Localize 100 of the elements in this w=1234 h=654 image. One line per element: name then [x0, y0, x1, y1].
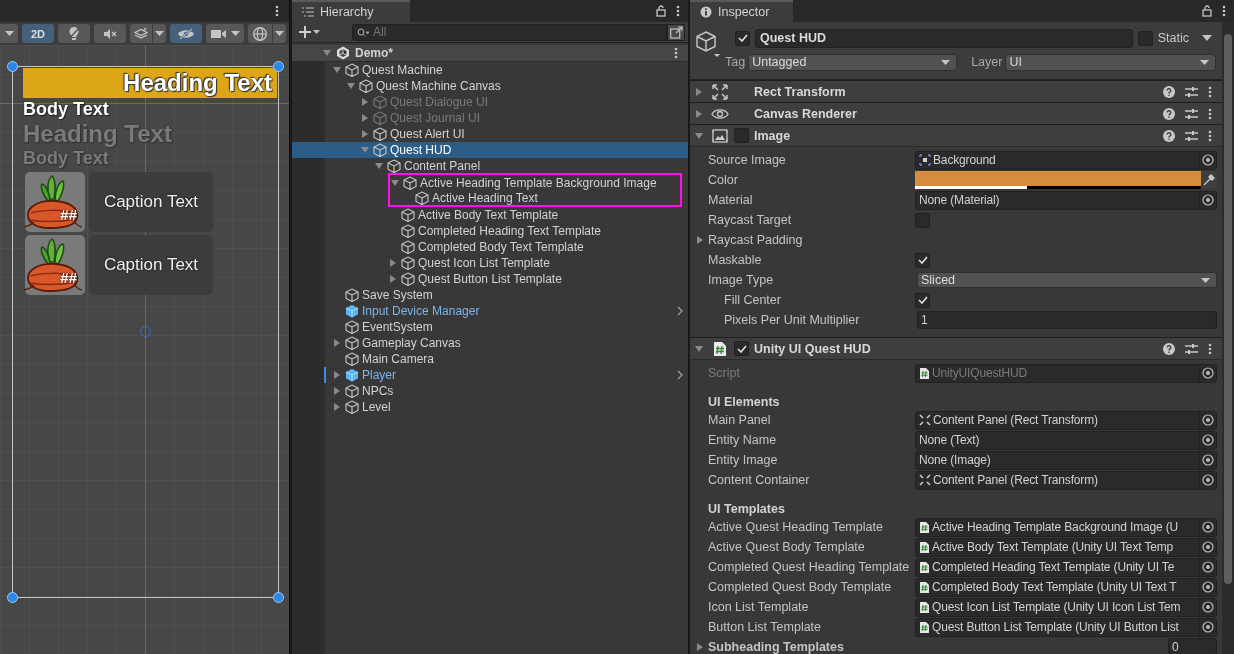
tree-item[interactable]: NPCs [292, 383, 688, 399]
tree-item[interactable]: Gameplay Canvas [292, 335, 688, 351]
dropdown-button[interactable] [273, 24, 286, 43]
help-icon[interactable] [1163, 107, 1175, 120]
object-field[interactable]: Content Panel (Rect Transform) [915, 410, 1217, 430]
object-field[interactable]: None (Image) [915, 450, 1217, 470]
tree-item[interactable]: Save System [292, 287, 688, 303]
more-icon[interactable] [275, 5, 279, 17]
layer-dropdown[interactable]: UI [1005, 53, 1216, 71]
object-picker-button[interactable] [1199, 151, 1216, 169]
foldout-arrow-icon[interactable] [347, 82, 355, 90]
scene-header[interactable]: Demo* [292, 45, 688, 62]
foldout-arrow-icon[interactable] [333, 403, 341, 411]
scene-search-button[interactable] [667, 23, 685, 41]
checkbox[interactable] [1137, 30, 1153, 46]
chevron-icon[interactable] [677, 306, 683, 316]
tree-item[interactable]: EventSystem [292, 319, 688, 335]
tree-item[interactable]: Quest Machine [292, 62, 688, 78]
foldout-arrow-icon[interactable] [695, 109, 703, 118]
resize-handle[interactable] [7, 592, 18, 603]
component-header[interactable]: Rect Transform [690, 80, 1222, 102]
object-field[interactable]: Background [915, 150, 1217, 170]
object-picker-button[interactable] [1199, 518, 1216, 536]
help-icon[interactable] [1163, 342, 1175, 355]
color-swatch[interactable] [915, 171, 1201, 186]
resize-handle[interactable] [273, 592, 284, 603]
foldout-arrow-icon[interactable] [696, 236, 704, 244]
tree-item[interactable]: Quest Icon List Template [292, 255, 688, 271]
inspector-tab[interactable]: Inspector [690, 0, 794, 22]
foldout-arrow-icon[interactable] [695, 131, 703, 140]
visibility-button[interactable] [170, 24, 202, 43]
dropdown-button[interactable] [153, 24, 166, 43]
more-icon[interactable] [674, 47, 678, 59]
component-header[interactable]: Canvas Renderer [690, 102, 1222, 124]
help-icon[interactable] [1163, 85, 1175, 98]
object-picker-button[interactable] [1199, 538, 1216, 556]
object-picker-button[interactable] [1199, 471, 1216, 489]
help-icon[interactable] [1163, 129, 1175, 142]
object-field[interactable]: Active Body Text Template (Unity UI Text Temp [915, 537, 1217, 557]
tree-item[interactable]: Active Body Text Template [292, 207, 688, 223]
object-picker-button[interactable] [1199, 618, 1216, 636]
more-icon[interactable] [1208, 85, 1212, 98]
checkbox[interactable] [734, 128, 749, 143]
foldout-arrow-icon[interactable] [696, 643, 704, 651]
object-picker-button[interactable] [1199, 558, 1216, 576]
tree-item[interactable]: Quest Machine Canvas [292, 78, 688, 94]
foldout-arrow-icon[interactable] [695, 344, 703, 353]
lock-icon[interactable] [656, 5, 666, 17]
object-picker-button[interactable] [1199, 598, 1216, 616]
sliders-icon[interactable] [1185, 129, 1198, 142]
object-field[interactable]: Completed Heading Text Template (Unity UI Te [915, 557, 1217, 577]
count-field[interactable]: 0 [1168, 638, 1217, 654]
tree-item[interactable]: Completed Body Text Template [292, 239, 688, 255]
sliders-icon[interactable] [1185, 85, 1198, 98]
name-field[interactable]: Quest HUD [755, 28, 1133, 48]
tag-dropdown[interactable]: Untagged [748, 53, 958, 71]
foldout-arrow-icon[interactable] [389, 259, 397, 267]
chevron-icon[interactable] [677, 370, 683, 380]
tree-item[interactable]: Content Panel [292, 158, 688, 174]
object-picker-button[interactable] [1199, 578, 1216, 596]
object-picker-button[interactable] [1199, 191, 1216, 209]
more-icon[interactable] [1208, 129, 1212, 142]
image-type-dropdown[interactable]: Sliced [917, 272, 1217, 288]
more-icon[interactable] [1208, 107, 1212, 120]
lighting-button[interactable] [58, 24, 90, 43]
gizmos-button[interactable] [248, 24, 272, 43]
resize-handle[interactable] [7, 61, 18, 72]
lock-icon[interactable] [1202, 5, 1212, 17]
number-field[interactable]: 1 [917, 311, 1217, 329]
foldout-arrow-icon[interactable] [695, 87, 703, 96]
object-picker-button[interactable] [1199, 451, 1216, 469]
caret-icon[interactable] [1202, 35, 1212, 41]
object-field[interactable]: Content Panel (Rect Transform) [915, 470, 1217, 490]
tree-item[interactable]: Quest Button List Template [292, 271, 688, 287]
tree-item[interactable]: Completed Heading Text Template [292, 223, 688, 239]
object-picker-button[interactable] [1199, 411, 1216, 429]
object-field[interactable]: Quest Icon List Template (Unity UI Icon List Tem [915, 597, 1217, 617]
sliders-icon[interactable] [1185, 107, 1198, 120]
more-icon[interactable] [1222, 5, 1226, 17]
object-field[interactable]: Completed Body Text Template (Unity UI Text T [915, 577, 1217, 597]
effects-button[interactable] [130, 24, 152, 43]
tree-item[interactable]: Level [292, 399, 688, 415]
eyedropper-button[interactable] [1201, 171, 1217, 189]
dropdown-button[interactable] [0, 24, 18, 43]
foldout-arrow-icon[interactable] [333, 339, 341, 347]
mode-button[interactable]: 2D [22, 24, 54, 43]
component-header[interactable]: Image [690, 124, 1222, 146]
foldout-arrow-icon[interactable] [375, 162, 383, 170]
object-field[interactable]: Active Heading Template Background Image (U [915, 517, 1217, 537]
tree-item[interactable]: Player [292, 367, 688, 383]
object-field[interactable]: Quest Button List Template (Unity UI Button List [915, 617, 1217, 637]
search-field[interactable]: All [352, 23, 667, 41]
foldout-arrow-icon[interactable] [333, 66, 341, 74]
foldout-arrow-icon[interactable] [361, 130, 369, 138]
camera-button[interactable] [206, 24, 244, 43]
foldout-arrow-icon[interactable] [391, 178, 399, 187]
foldout-arrow-icon[interactable] [323, 49, 331, 57]
foldout-arrow-icon[interactable] [333, 371, 341, 379]
tree-item[interactable]: Active Heading Template Background Image [390, 175, 680, 190]
more-icon[interactable] [676, 5, 680, 17]
